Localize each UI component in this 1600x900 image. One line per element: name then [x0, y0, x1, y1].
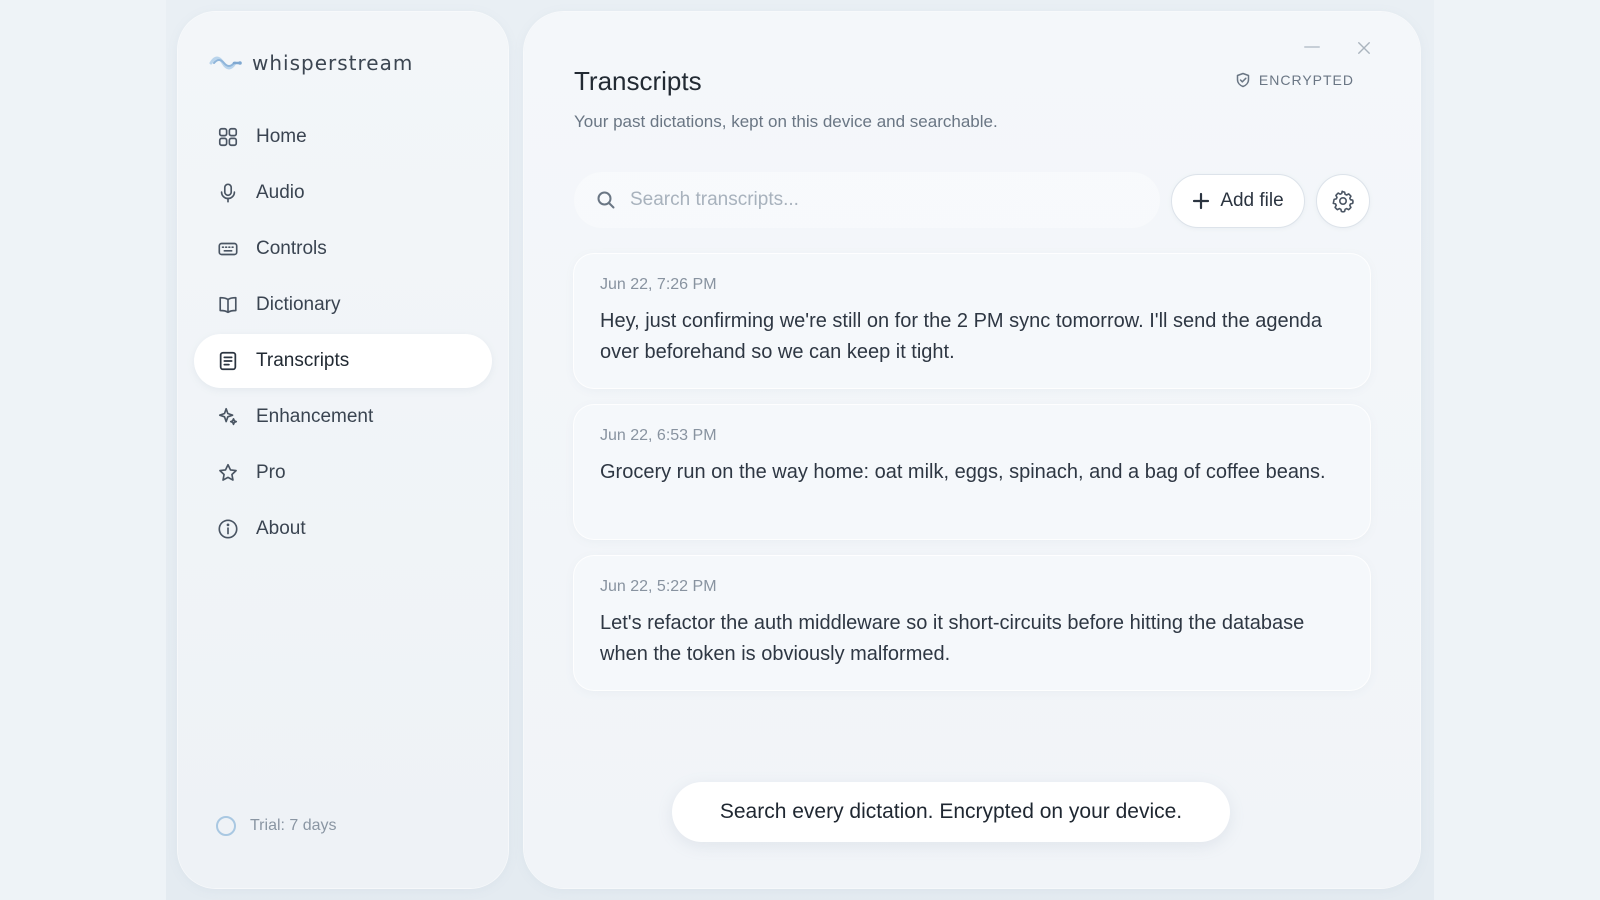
- sidebar-item-label: Transcripts: [256, 350, 350, 371]
- settings-button[interactable]: [1316, 174, 1370, 228]
- transcript-text: Hey, just confirming we're still on for …: [600, 310, 1323, 363]
- add-file-button[interactable]: Add file: [1171, 174, 1305, 228]
- sidebar-item-label: Home: [256, 126, 307, 147]
- sidebar-item-dictionary[interactable]: Dictionary: [194, 278, 492, 332]
- sidebar-item-controls[interactable]: Controls: [194, 222, 492, 276]
- transcript-list: Jun 22, 7:26 PM Hey, just confirming we'…: [574, 254, 1370, 707]
- encrypted-badge: ENCRYPTED: [1235, 72, 1354, 88]
- sidebar-item-label: About: [256, 518, 306, 539]
- sidebar-item-label: Pro: [256, 462, 286, 483]
- transcript-timestamp: Jun 22, 5:22 PM: [600, 578, 717, 595]
- sidebar-nav: Home Audio Controls Dictionary Transcrip…: [194, 110, 492, 558]
- transcript-card[interactable]: Jun 22, 6:53 PM Grocery run on the way h…: [574, 405, 1370, 539]
- grid-icon: [216, 125, 240, 149]
- transcript-timestamp: Jun 22, 7:26 PM: [600, 276, 717, 293]
- sidebar-item-about[interactable]: About: [194, 502, 492, 556]
- transcript-text: Grocery run on the way home: oat milk, e…: [600, 461, 1326, 483]
- sidebar-item-label: Enhancement: [256, 406, 374, 427]
- sidebar: whisperstream Home Audio Controls Dictio…: [178, 12, 508, 888]
- info-icon: [216, 517, 240, 541]
- sidebar-item-enhancement[interactable]: Enhancement: [194, 390, 492, 444]
- search-input[interactable]: [630, 189, 1150, 211]
- sidebar-item-label: Controls: [256, 238, 327, 259]
- main-panel: Transcripts Your past dictations, kept o…: [524, 12, 1420, 888]
- sidebar-item-pro[interactable]: Pro: [194, 446, 492, 500]
- keyboard-icon: [216, 237, 240, 261]
- transcript-card[interactable]: Jun 22, 5:22 PM Let's refactor the auth …: [574, 556, 1370, 690]
- sparkle-icon: [216, 405, 240, 429]
- brand-name: whisperstream: [252, 51, 414, 75]
- sidebar-item-home[interactable]: Home: [194, 110, 492, 164]
- book-icon: [216, 293, 240, 317]
- transcript-timestamp: Jun 22, 6:53 PM: [600, 427, 717, 444]
- minimize-button[interactable]: [1304, 46, 1320, 48]
- gear-icon: [1332, 190, 1354, 213]
- trial-label: Trial: 7 days: [250, 817, 337, 834]
- whisperstream-logo-icon: [209, 56, 242, 70]
- toast-message: Search every dictation. Encrypted on you…: [672, 782, 1230, 842]
- brand: whisperstream: [208, 48, 413, 78]
- close-icon: [1358, 42, 1370, 54]
- document-icon: [216, 349, 240, 373]
- transcript-text: Let's refactor the auth middleware so it…: [600, 612, 1305, 665]
- transcript-card[interactable]: Jun 22, 7:26 PM Hey, just confirming we'…: [574, 254, 1370, 388]
- search-bar[interactable]: [574, 172, 1160, 228]
- trial-progress-ring-icon: [216, 816, 236, 836]
- plus-icon: [1193, 192, 1210, 210]
- search-icon: [597, 191, 615, 209]
- close-button[interactable]: [1352, 36, 1376, 60]
- sidebar-item-label: Audio: [256, 182, 305, 203]
- add-file-label: Add file: [1220, 190, 1284, 211]
- sidebar-item-audio[interactable]: Audio: [194, 166, 492, 220]
- sidebar-item-label: Dictionary: [256, 294, 341, 315]
- encrypted-badge-label: ENCRYPTED: [1258, 72, 1354, 88]
- shield-check-icon: [1236, 72, 1250, 88]
- page-subtitle: Your past dictations, kept on this devic…: [574, 112, 998, 131]
- trial-status[interactable]: Trial: 7 days: [216, 816, 337, 836]
- sidebar-item-transcripts[interactable]: Transcripts: [194, 334, 492, 388]
- page-title: Transcripts: [574, 66, 702, 96]
- microphone-icon: [216, 181, 240, 205]
- star-icon: [216, 461, 240, 485]
